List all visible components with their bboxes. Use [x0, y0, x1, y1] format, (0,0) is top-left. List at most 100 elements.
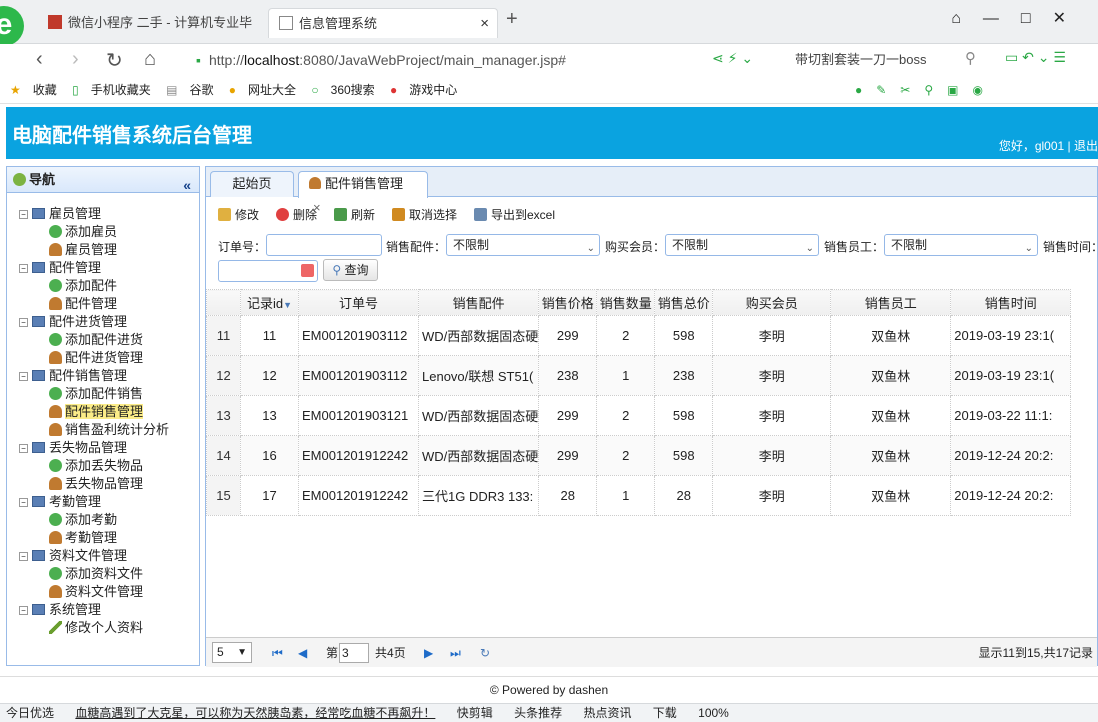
sidebar-item[interactable]: 添加雇员 — [7, 223, 199, 241]
search-icon[interactable]: ⚲ — [965, 49, 976, 67]
sidebar-item[interactable]: 雇员管理 — [7, 241, 199, 259]
tree-toggle-icon[interactable]: − — [19, 444, 28, 453]
tree-toggle-icon[interactable]: − — [19, 372, 28, 381]
sidebar-item[interactable]: 配件销售管理 — [7, 403, 199, 421]
browser-tab-active[interactable]: 信息管理系统 × — [268, 8, 498, 38]
sidebar-group[interactable]: − 系统管理 — [7, 601, 199, 619]
table-row[interactable]: 14 16 EM001201912242 WD/西部数据固态硬 299 2 598 李明 双鱼林… — [206, 435, 1072, 476]
tree-toggle-icon[interactable]: − — [19, 606, 28, 615]
col-header-total[interactable]: 销售总价 — [654, 289, 714, 316]
page-size-select[interactable]: 5 ▼ — [212, 642, 252, 663]
tab-close-icon[interactable]: × — [480, 9, 489, 38]
sidebar-item[interactable]: 资料文件管理 — [7, 583, 199, 601]
home-icon[interactable]: ⌂ — [144, 48, 156, 71]
sidebar-group-label: 配件管理 — [49, 260, 102, 275]
sidebar-group[interactable]: − 配件进货管理 — [7, 313, 199, 331]
window-controls[interactable]: ⌂—□✕ — [951, 8, 1088, 28]
tree-toggle-icon[interactable]: − — [19, 264, 28, 273]
first-page-icon[interactable]: ⏮ — [272, 638, 283, 668]
tab-parts-sales[interactable]: 配件销售管理 × — [298, 171, 428, 215]
query-button[interactable]: ⚲ 查询 — [323, 259, 378, 281]
bookmark-item[interactable]: 收藏 — [33, 83, 57, 97]
sidebar-item[interactable]: 添加丢失物品 — [7, 457, 199, 475]
table-row[interactable]: 11 11 EM001201903112 WD/西部数据固态硬 299 2 598 李明 双鱼林… — [206, 315, 1072, 356]
prev-page-icon[interactable]: ◀ — [298, 638, 307, 668]
table-row[interactable]: 13 13 EM001201903121 WD/西部数据固态硬 299 2 598 李明 双鱼林… — [206, 395, 1072, 436]
url-field[interactable]: ▪ http://localhost:8080/JavaWebProject/ma… — [196, 47, 696, 73]
forward-icon[interactable]: › — [72, 48, 79, 71]
sidebar-item[interactable]: 添加配件进货 — [7, 331, 199, 349]
status-item[interactable]: 今日优选 — [6, 706, 54, 720]
welcome-text[interactable]: 您好，gl001 | 退出 — [999, 137, 1098, 154]
status-item[interactable]: 热点资讯 — [583, 706, 631, 720]
delete-button[interactable]: 删除 — [276, 203, 317, 227]
status-news-link[interactable]: 血糖高遇到了大克星，可以称为天然胰岛素，经常吃血糖不再飙升！ — [75, 706, 435, 720]
sidebar-item[interactable]: 修改个人资料 — [7, 619, 199, 637]
order-no-input[interactable] — [266, 234, 382, 256]
col-header-order[interactable]: 订单号 — [298, 289, 419, 316]
refresh-icon[interactable]: ↻ — [480, 638, 490, 668]
sidebar-item[interactable]: 丢失物品管理 — [7, 475, 199, 493]
edit-button[interactable]: 修改 — [218, 203, 259, 227]
tree-toggle-icon[interactable]: − — [19, 498, 28, 507]
sidebar-item[interactable]: 配件进货管理 — [7, 349, 199, 367]
staff-select[interactable]: 不限制 ⌄ — [884, 234, 1038, 256]
sidebar-group[interactable]: − 配件销售管理 — [7, 367, 199, 385]
extension-icons[interactable]: ●✎✂⚲▣◉ — [855, 76, 997, 104]
last-page-icon[interactable]: ⏭ — [450, 638, 461, 668]
hot-search-text[interactable]: 带切割套装一刀一boss — [795, 47, 926, 73]
collapse-icon[interactable]: « — [183, 172, 191, 198]
col-header-qty[interactable]: 销售数量 — [596, 289, 656, 316]
status-item[interactable]: 头条推荐 — [514, 706, 562, 720]
col-header-staff[interactable]: 销售员工 — [830, 289, 952, 316]
member-select[interactable]: 不限制 ⌄ — [665, 234, 819, 256]
status-item[interactable]: 下载 — [653, 706, 677, 720]
cancel-select-button[interactable]: 取消选择 — [392, 203, 457, 227]
back-icon[interactable]: ‹ — [36, 48, 43, 71]
sidebar-item[interactable]: 配件管理 — [7, 295, 199, 313]
col-header-part[interactable]: 销售配件 — [417, 289, 540, 316]
table-row[interactable]: 12 12 EM001201903112 Lenovo/联想 ST51(238 1 238… — [206, 355, 1072, 396]
new-tab-icon[interactable]: + — [506, 8, 518, 31]
bookmark-item[interactable]: 360搜索 — [331, 83, 375, 97]
sidebar-item[interactable]: 添加配件 — [7, 277, 199, 295]
cell-member: 李明 — [712, 395, 832, 436]
table-row[interactable]: 15 17 EM001201912242 三代1G DDR3 133: 28 1 28 李明双… — [206, 475, 1072, 516]
sale-time-input[interactable] — [218, 260, 318, 282]
edit-icon — [218, 208, 231, 221]
sidebar-item[interactable]: 添加配件销售 — [7, 385, 199, 403]
next-page-icon[interactable]: ▶ — [424, 638, 433, 668]
col-header-member[interactable]: 购买会员 — [712, 289, 832, 316]
sidebar-item[interactable]: 添加资料文件 — [7, 565, 199, 583]
export-excel-button[interactable]: 导出到excel — [474, 203, 555, 227]
share-icon[interactable]: ⋖ ⚡ ⌄ — [712, 50, 753, 67]
col-header-id[interactable]: 记录id▼ — [240, 289, 299, 316]
sidebar-item[interactable]: 添加考勤 — [7, 511, 199, 529]
bookmark-item[interactable]: 谷歌 — [189, 83, 213, 97]
calendar-icon[interactable] — [301, 264, 314, 277]
tree-toggle-icon[interactable]: − — [19, 552, 28, 561]
sidebar-group[interactable]: − 丢失物品管理 — [7, 439, 199, 457]
bookmark-item[interactable]: 游戏中心 — [409, 83, 457, 97]
zoom-level[interactable]: 100% — [698, 706, 729, 720]
sidebar-item[interactable]: 销售盈利统计分析 — [7, 421, 199, 439]
sidebar-group[interactable]: − 考勤管理 — [7, 493, 199, 511]
tab-home[interactable]: 起始页 — [210, 171, 294, 197]
browser-tab-inactive[interactable]: 微信小程序 二手 - 计算机专业毕 — [38, 8, 264, 38]
tree-toggle-icon[interactable]: − — [19, 318, 28, 327]
sidebar-item[interactable]: 考勤管理 — [7, 529, 199, 547]
browser-logo-icon[interactable]: e — [0, 6, 24, 46]
bookmark-item[interactable]: 网址大全 — [248, 83, 296, 97]
col-header-price[interactable]: 销售价格 — [538, 289, 598, 316]
part-select[interactable]: 不限制 ⌄ — [446, 234, 600, 256]
col-header-time[interactable]: 销售时间 — [950, 289, 1072, 316]
reload-icon[interactable]: ↻ — [106, 48, 123, 73]
sidebar-group[interactable]: − 雇员管理 — [7, 205, 199, 223]
page-number-input[interactable]: 3 — [339, 643, 369, 663]
status-item[interactable]: 快剪辑 — [457, 706, 493, 720]
sidebar-group[interactable]: − 资料文件管理 — [7, 547, 199, 565]
tree-toggle-icon[interactable]: − — [19, 210, 28, 219]
bookmark-item[interactable]: 手机收藏夹 — [91, 83, 151, 97]
sidebar-group[interactable]: − 配件管理 — [7, 259, 199, 277]
refresh-button[interactable]: 刷新 — [334, 203, 375, 227]
